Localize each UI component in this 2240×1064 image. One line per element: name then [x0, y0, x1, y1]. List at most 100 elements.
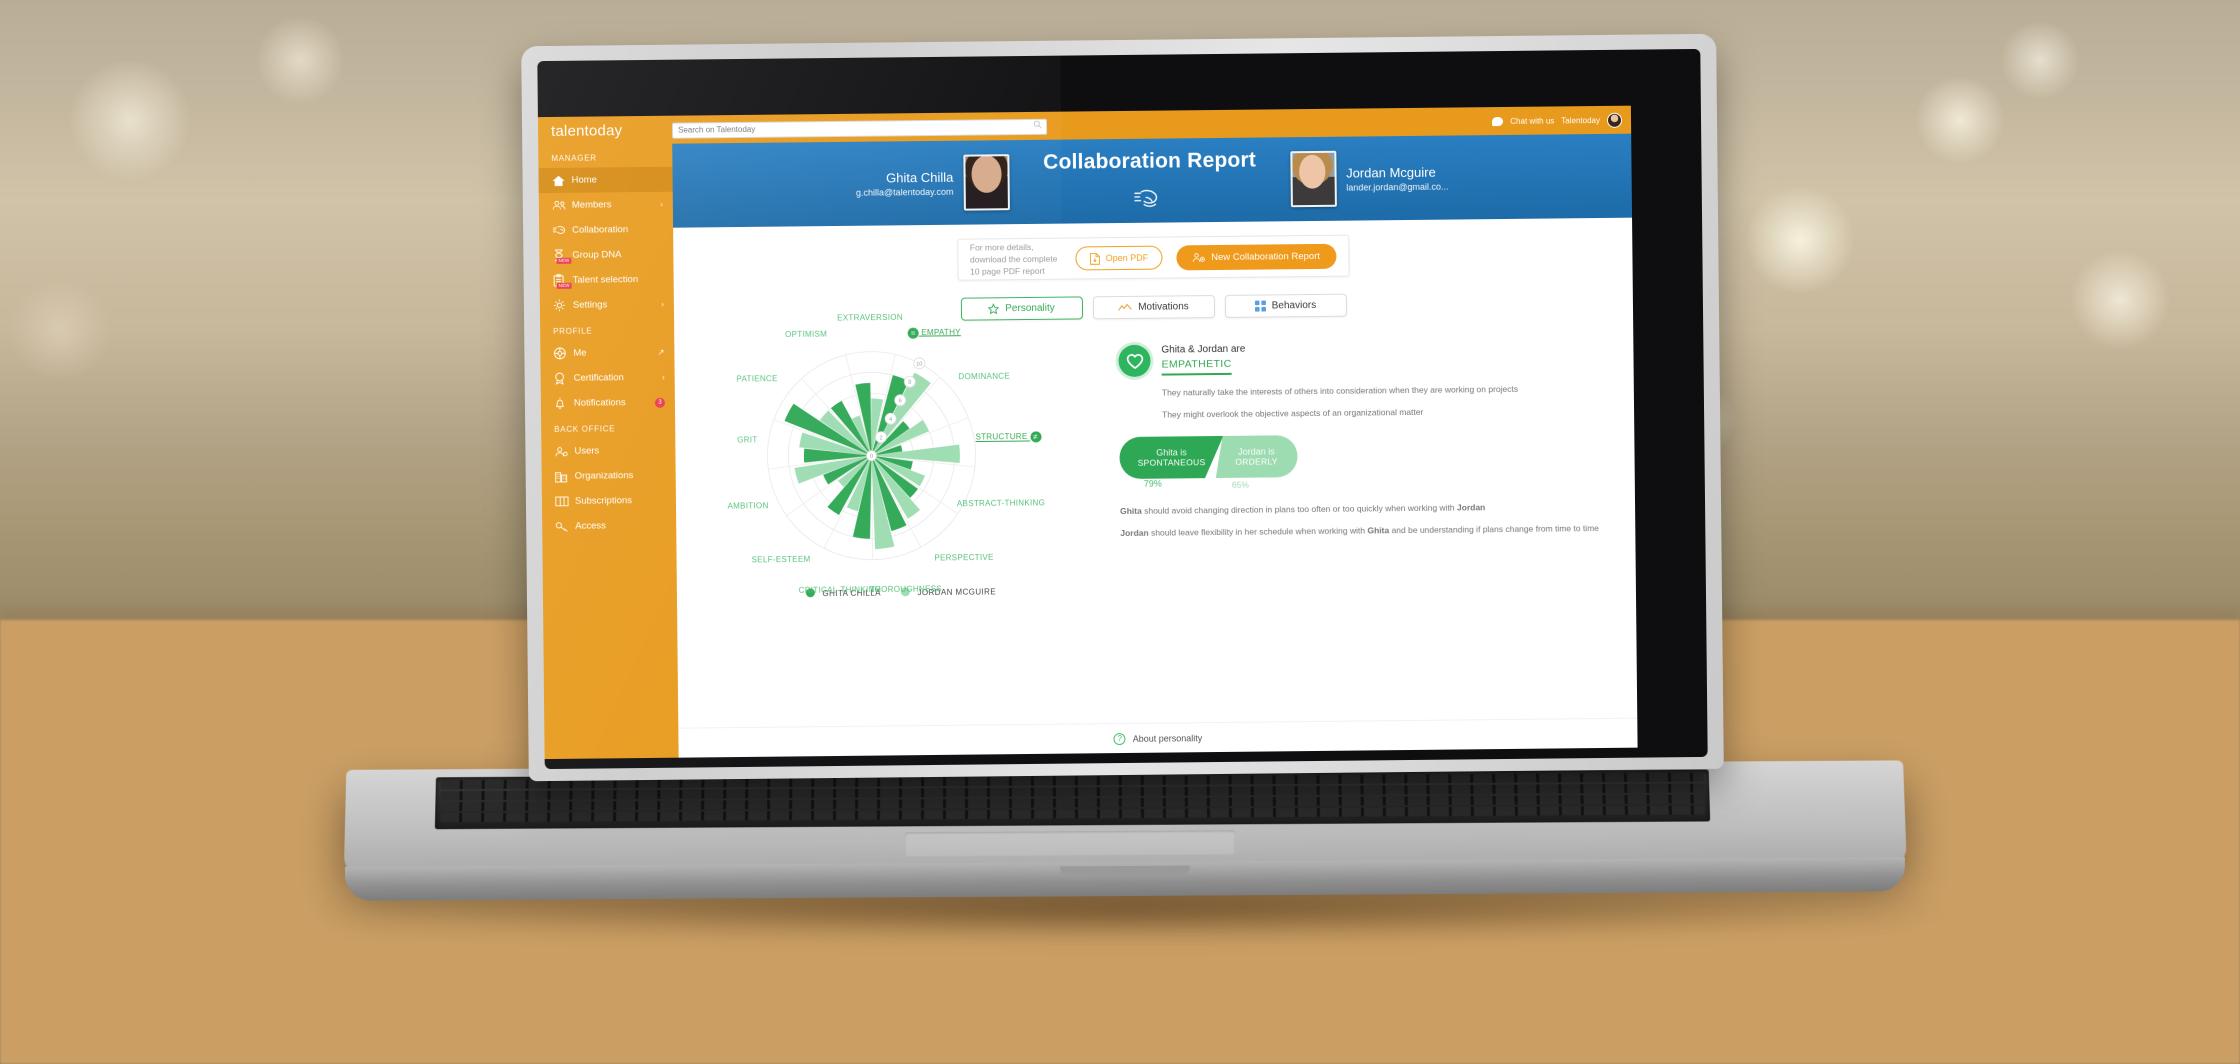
sidebar-item-organizations[interactable]: Organizations: [542, 463, 676, 489]
sidebar-item-label: Collaboration: [572, 224, 629, 236]
report-tabs: Personality Motivations Behaviors: [674, 291, 1633, 324]
sidebar-item-label: Me: [573, 347, 587, 359]
subscriptions-icon: [555, 496, 575, 507]
users-icon: [554, 445, 574, 457]
sidebar-item-collaboration[interactable]: Collaboration: [539, 217, 673, 243]
radar-axis-label-structure[interactable]: STRUCTURE ≠: [975, 431, 1042, 444]
advice-name: Ghita: [1120, 505, 1142, 517]
tab-label: Motivations: [1138, 301, 1189, 313]
advice-name: Jordan: [1120, 527, 1149, 539]
tab-motivations[interactable]: Motivations: [1092, 295, 1215, 320]
sidebar-item-access[interactable]: Access: [542, 513, 676, 539]
radar-axis-label-patience: PATIENCE: [736, 373, 778, 384]
chat-with-us-link[interactable]: Chat with us: [1510, 116, 1554, 125]
sidebar-item-notifications[interactable]: Notifications 3: [541, 390, 675, 416]
person-photo: [963, 154, 1010, 211]
tab-behaviors[interactable]: Behaviors: [1224, 293, 1347, 318]
laptop: talentoday Chat with us Talentoday: [0, 0, 2240, 1064]
advice-name: Ghita: [1367, 525, 1390, 536]
org-name-label[interactable]: Talentoday: [1561, 115, 1600, 124]
key-icon: [555, 520, 575, 532]
person-right: Jordan Mcguire lander.jordan@gmail.co...: [1289, 150, 1449, 208]
tab-label: Personality: [1005, 302, 1055, 315]
sidebar-item-label: Certification: [573, 372, 624, 384]
profile-icon: [553, 347, 573, 360]
sidebar-item-label: Users: [574, 445, 600, 457]
sidebar-item-talent-selection[interactable]: Talent selection NEW: [540, 267, 674, 293]
sidebar-item-settings[interactable]: Settings ›: [540, 292, 674, 318]
insight-header: Ghita & Jordan are EMPATHETIC: [1118, 340, 1619, 378]
bell-icon: [554, 397, 574, 410]
about-personality-footer[interactable]: ? About personality: [678, 717, 1638, 758]
trackpad[interactable]: [904, 830, 1236, 857]
comparison-prefix: Jordan is: [1238, 446, 1275, 457]
page-title: Collaboration Report: [1043, 148, 1257, 174]
advice-text-rest: and be understanding if plans change fro…: [1389, 523, 1599, 536]
chat-bubble-icon: [1492, 116, 1504, 126]
banner-title-block: Collaboration Report: [1009, 148, 1290, 213]
trait-compare-badge: ≠: [1030, 431, 1042, 443]
sidebar-item-label: Access: [575, 520, 606, 532]
home-icon: [552, 174, 572, 186]
sidebar-section-manager: MANAGER: [551, 153, 597, 163]
insight-column: Ghita & Jordan are EMPATHETIC They natur…: [1108, 326, 1622, 595]
organizations-icon: [555, 470, 575, 483]
laptop-lid-notch: [1059, 865, 1191, 876]
insight-paragraph: They might overlook the objective aspect…: [1162, 406, 1424, 420]
sidebar-item-me[interactable]: Me ↗: [540, 340, 674, 366]
star-icon: [988, 303, 1000, 315]
sidebar-item-certification[interactable]: Certification ›: [541, 365, 675, 391]
laptop-lid: talentoday Chat with us Talentoday: [521, 33, 1724, 782]
comparison-right-percent: 65%: [1231, 479, 1249, 490]
sidebar-item-label: Home: [571, 174, 597, 186]
comparison-trait: ORDERLY: [1235, 456, 1278, 467]
person-name: Jordan Mcguire: [1346, 164, 1436, 181]
sidebar-item-home[interactable]: Home: [538, 166, 673, 194]
search-input[interactable]: [671, 118, 1048, 139]
talentoday-logo[interactable]: talentoday: [538, 121, 672, 140]
search-icon: [1033, 120, 1042, 129]
sidebar-section-profile: PROFILE: [553, 326, 593, 336]
sidebar-item-subscriptions[interactable]: Subscriptions: [542, 488, 676, 514]
search-container: [671, 117, 1048, 139]
sidebar-item-label: Organizations: [574, 470, 634, 482]
app-shell: MANAGER Home Members › Collaboration Gro…: [537, 105, 1638, 760]
new-collaboration-report-button[interactable]: New Collaboration Report: [1176, 243, 1337, 270]
radar-axis-label-grit: GRIT: [737, 435, 758, 445]
user-avatar[interactable]: [1606, 112, 1623, 128]
radar-axis-label-perspective: PERSPECTIVE: [934, 553, 994, 563]
tab-personality[interactable]: Personality: [960, 296, 1083, 321]
handshake-icon: [1043, 185, 1256, 213]
svg-text:2: 2: [880, 435, 883, 441]
chevron-right-icon: ›: [661, 299, 664, 309]
sidebar-item-label: Talent selection: [572, 274, 639, 286]
radar-axis-label-critical-thinking: CRITICAL-THINKING: [798, 585, 882, 595]
svg-text:0: 0: [870, 454, 873, 460]
sidebar-item-members[interactable]: Members ›: [539, 192, 673, 218]
chevron-right-icon: ›: [660, 199, 663, 209]
radar-axis-label-self-esteem: SELF-ESTEEM: [751, 555, 811, 565]
radar-axis-label-empathy[interactable]: = EMPATHY: [907, 327, 961, 339]
sidebar-item-label: Group DNA: [572, 249, 622, 261]
person-photo: [1289, 150, 1337, 208]
chevron-right-icon: ›: [661, 372, 665, 382]
open-pdf-button[interactable]: Open PDF: [1075, 245, 1163, 271]
sidebar-item-users[interactable]: Users: [541, 438, 675, 464]
sidebar-item-label: Notifications: [573, 397, 626, 409]
insight-headline: Ghita & Jordan are: [1161, 343, 1246, 356]
tab-label: Behaviors: [1271, 299, 1317, 312]
collaboration-icon: [552, 225, 572, 236]
pdf-card-text: For more details, download the complete …: [969, 241, 1058, 277]
radar-axis-label-abstract-thinking: ABSTRACT-THINKING: [956, 498, 1046, 509]
browser-viewport: talentoday Chat with us Talentoday: [537, 105, 1638, 760]
trait-compare-badge: =: [907, 327, 919, 339]
svg-text:10: 10: [916, 361, 922, 367]
certification-icon: [554, 372, 574, 385]
sidebar-item-group-dna[interactable]: Group DNA NEW: [539, 242, 673, 268]
polar-chart-svg: 0 2 4 6 8 10: [767, 351, 976, 561]
report-body: 0 2 4 6 8 10 EXTRAVERSION = EMPATHY DOMINANCE ST…: [674, 313, 1636, 600]
sidebar-item-label: Subscriptions: [574, 495, 633, 507]
comparison-prefix: Ghita is: [1156, 447, 1187, 458]
svg-text:4: 4: [889, 417, 892, 423]
personality-polar-chart: 0 2 4 6 8 10 EXTRAVERSION = EMPATHY DOMINANCE ST…: [688, 313, 1111, 595]
